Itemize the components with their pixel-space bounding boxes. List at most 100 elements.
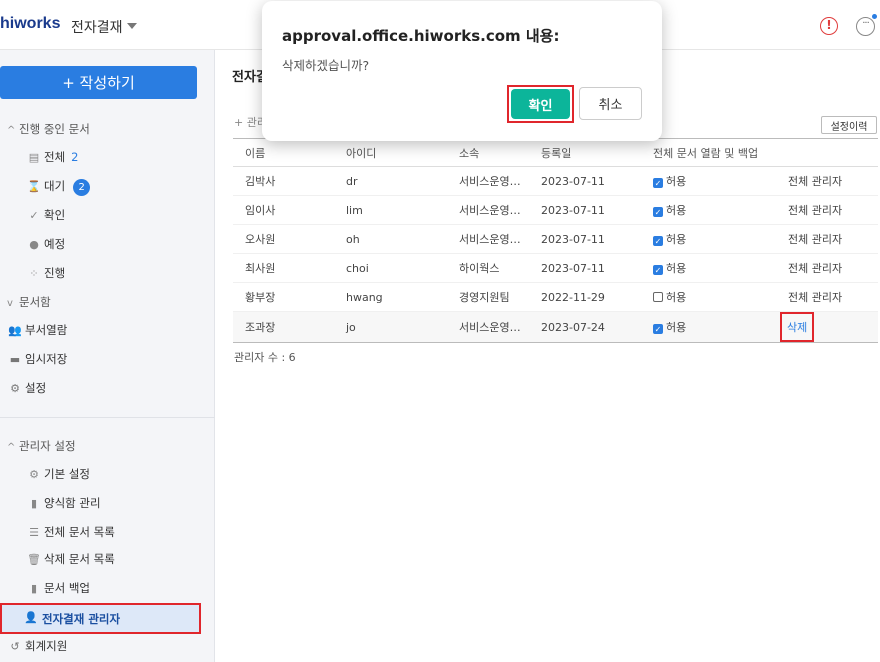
cell-dept: 서비스운영…: [459, 166, 541, 196]
sidebar-item-label: 회계지원: [25, 639, 68, 653]
sidebar-item-label: 전자결재 관리자: [42, 612, 121, 626]
chevron-down-icon: v: [7, 298, 13, 309]
sidebar-item-label: 확인: [44, 208, 66, 222]
sidebar-item-basic-settings[interactable]: ⚙ 기본 설정: [26, 465, 90, 483]
cell-date: 2023-07-11: [541, 253, 653, 283]
sidebar-item-dept-view[interactable]: 👥 부서열람: [7, 321, 67, 339]
permission-checkbox[interactable]: ✓: [653, 207, 663, 217]
table-row[interactable]: 최사원 choi 하이웍스 2023-07-11 ✓ 허용 전체 관리자: [233, 253, 878, 283]
permission-label: 허용: [666, 233, 687, 246]
permission-label: 허용: [666, 204, 687, 217]
column-header: 아이디: [346, 138, 459, 167]
permission-checkbox[interactable]: ✓: [653, 178, 663, 188]
sidebar-item-label: 전체: [44, 150, 66, 164]
more-icon[interactable]: ···: [856, 17, 875, 36]
gear-icon: ⚙: [10, 382, 20, 395]
table-row[interactable]: 오사원 oh 서비스운영… 2023-07-11 ✓ 허용 전체 관리자: [233, 224, 878, 254]
cell-name: 최사원: [233, 253, 346, 283]
ok-button[interactable]: 확인: [511, 89, 570, 119]
sidebar-item-settings[interactable]: ⚙ 설정: [7, 379, 46, 397]
permission-label: 허용: [666, 291, 687, 304]
cell-permission: ✓ 허용: [653, 311, 788, 343]
sidebar-item-drafts[interactable]: ▬ 임시저장: [7, 350, 68, 368]
section-in-progress[interactable]: ^ 진행 중인 문서: [7, 121, 90, 137]
table-row[interactable]: 임이사 lim 서비스운영… 2023-07-11 ✓ 허용 전체 관리자: [233, 195, 878, 225]
permission-label: 허용: [666, 262, 687, 275]
table-row[interactable]: 김박사 dr 서비스운영… 2023-07-11 ✓ 허용 전체 관리자: [233, 166, 878, 196]
sidebar-item-confirm[interactable]: ✓ 확인: [26, 206, 65, 224]
section-admin[interactable]: ^ 관리자 설정: [7, 438, 76, 454]
cell-action: 전체 관리자: [788, 253, 878, 283]
permission-checkbox[interactable]: ✓: [653, 265, 663, 275]
sidebar-item-document-backup[interactable]: ▮ 문서 백업: [26, 579, 90, 597]
confirm-dialog: approval.office.hiworks.com 내용: 삭제하겠습니까?…: [262, 1, 662, 141]
sidebar-item-label: 대기: [44, 179, 66, 193]
sidebar-item-progress[interactable]: ⁘ 진행: [26, 264, 65, 282]
cell-name: 임이사: [233, 195, 346, 225]
sidebar-item-label: 부서열람: [25, 323, 68, 337]
cell-date: 2023-07-11: [541, 224, 653, 254]
section-label: 문서함: [19, 295, 51, 309]
cell-name: 오사원: [233, 224, 346, 254]
table-header: 이름 아이디 소속 등록일 전체 문서 열람 및 백업: [233, 138, 878, 167]
permission-label: 허용: [666, 321, 687, 334]
cell-name: 김박사: [233, 166, 346, 196]
cell-action: 전체 관리자: [788, 166, 878, 196]
cell-id: hwang: [346, 282, 459, 312]
sidebar-item-label: 설정: [25, 381, 47, 395]
list-icon: ☰: [29, 526, 39, 539]
alert-icon[interactable]: !: [820, 17, 838, 35]
settings-history-button[interactable]: 설정이력: [821, 116, 877, 134]
sidebar-item-accounting[interactable]: ↺ 회계지원: [7, 637, 67, 655]
sidebar-item-label: 전체 문서 목록: [44, 525, 115, 539]
sidebar-item-waiting[interactable]: ⌛ 대기 2: [26, 177, 91, 196]
column-header: [788, 138, 878, 167]
cell-date: 2023-07-11: [541, 195, 653, 225]
cell-permission: 허용: [653, 282, 788, 312]
delete-link[interactable]: 삭제: [780, 312, 815, 342]
caret-down-icon[interactable]: [127, 23, 137, 29]
section-label: 진행 중인 문서: [19, 122, 90, 136]
doc-icon: ▮: [30, 582, 38, 595]
cell-date: 2022-11-29: [541, 282, 653, 312]
cell-date: 2023-07-11: [541, 166, 653, 196]
sidebar-item-all[interactable]: ▤ 전체 2: [26, 148, 79, 166]
app-title[interactable]: 전자결재: [71, 17, 123, 37]
cell-name: 조과장: [233, 311, 346, 343]
cell-permission: ✓ 허용: [653, 166, 788, 196]
ok-highlight: 확인: [507, 85, 574, 123]
cell-permission: ✓ 허용: [653, 253, 788, 283]
cell-id: jo: [346, 311, 459, 343]
sidebar-item-approval-admin[interactable]: 👤 전자결재 관리자: [0, 603, 201, 634]
admin-icon: 👤: [24, 611, 38, 624]
table-row[interactable]: 황부장 hwang 경영지원팀 2022-11-29 허용 전체 관리자: [233, 282, 878, 312]
doc-icon: ▮: [30, 497, 38, 510]
hiworks-logo[interactable]: hiworks: [0, 15, 60, 33]
table-row[interactable]: 조과장 jo 서비스운영… 2023-07-24 ✓ 허용 삭제: [233, 311, 878, 343]
permission-checkbox[interactable]: [653, 292, 663, 302]
sidebar-item-label: 진행: [44, 266, 66, 280]
permission-checkbox[interactable]: ✓: [653, 324, 663, 334]
cancel-button[interactable]: 취소: [579, 87, 642, 120]
cell-dept: 서비스운영…: [459, 195, 541, 225]
cell-dept: 경영지원팀: [459, 282, 541, 312]
dialog-message: 삭제하겠습니까?: [282, 58, 370, 73]
write-button[interactable]: + 작성하기: [0, 66, 197, 99]
chevron-up-icon: ^: [7, 125, 16, 136]
cell-action: 삭제: [780, 311, 878, 343]
history-icon: ↺: [10, 640, 20, 653]
cell-dept: 서비스운영…: [459, 224, 541, 254]
cell-permission: ✓ 허용: [653, 224, 788, 254]
section-docbox[interactable]: v 문서함: [7, 294, 51, 310]
sidebar-item-all-documents[interactable]: ☰ 전체 문서 목록: [26, 523, 115, 541]
sidebar-item-deleted-documents[interactable]: 🗑 삭제 문서 목록: [26, 550, 115, 568]
sidebar-item-form-management[interactable]: ▮ 양식함 관리: [26, 494, 101, 512]
permission-checkbox[interactable]: ✓: [653, 236, 663, 246]
column-header: 소속: [459, 138, 541, 167]
sidebar-item-label: 임시저장: [25, 352, 68, 366]
column-header: 등록일: [541, 138, 653, 167]
sidebar-item-scheduled[interactable]: ● 예정: [26, 235, 65, 253]
cell-action: 전체 관리자: [788, 195, 878, 225]
check-icon: ✓: [29, 209, 39, 222]
role-label: 전체 관리자: [788, 175, 843, 188]
